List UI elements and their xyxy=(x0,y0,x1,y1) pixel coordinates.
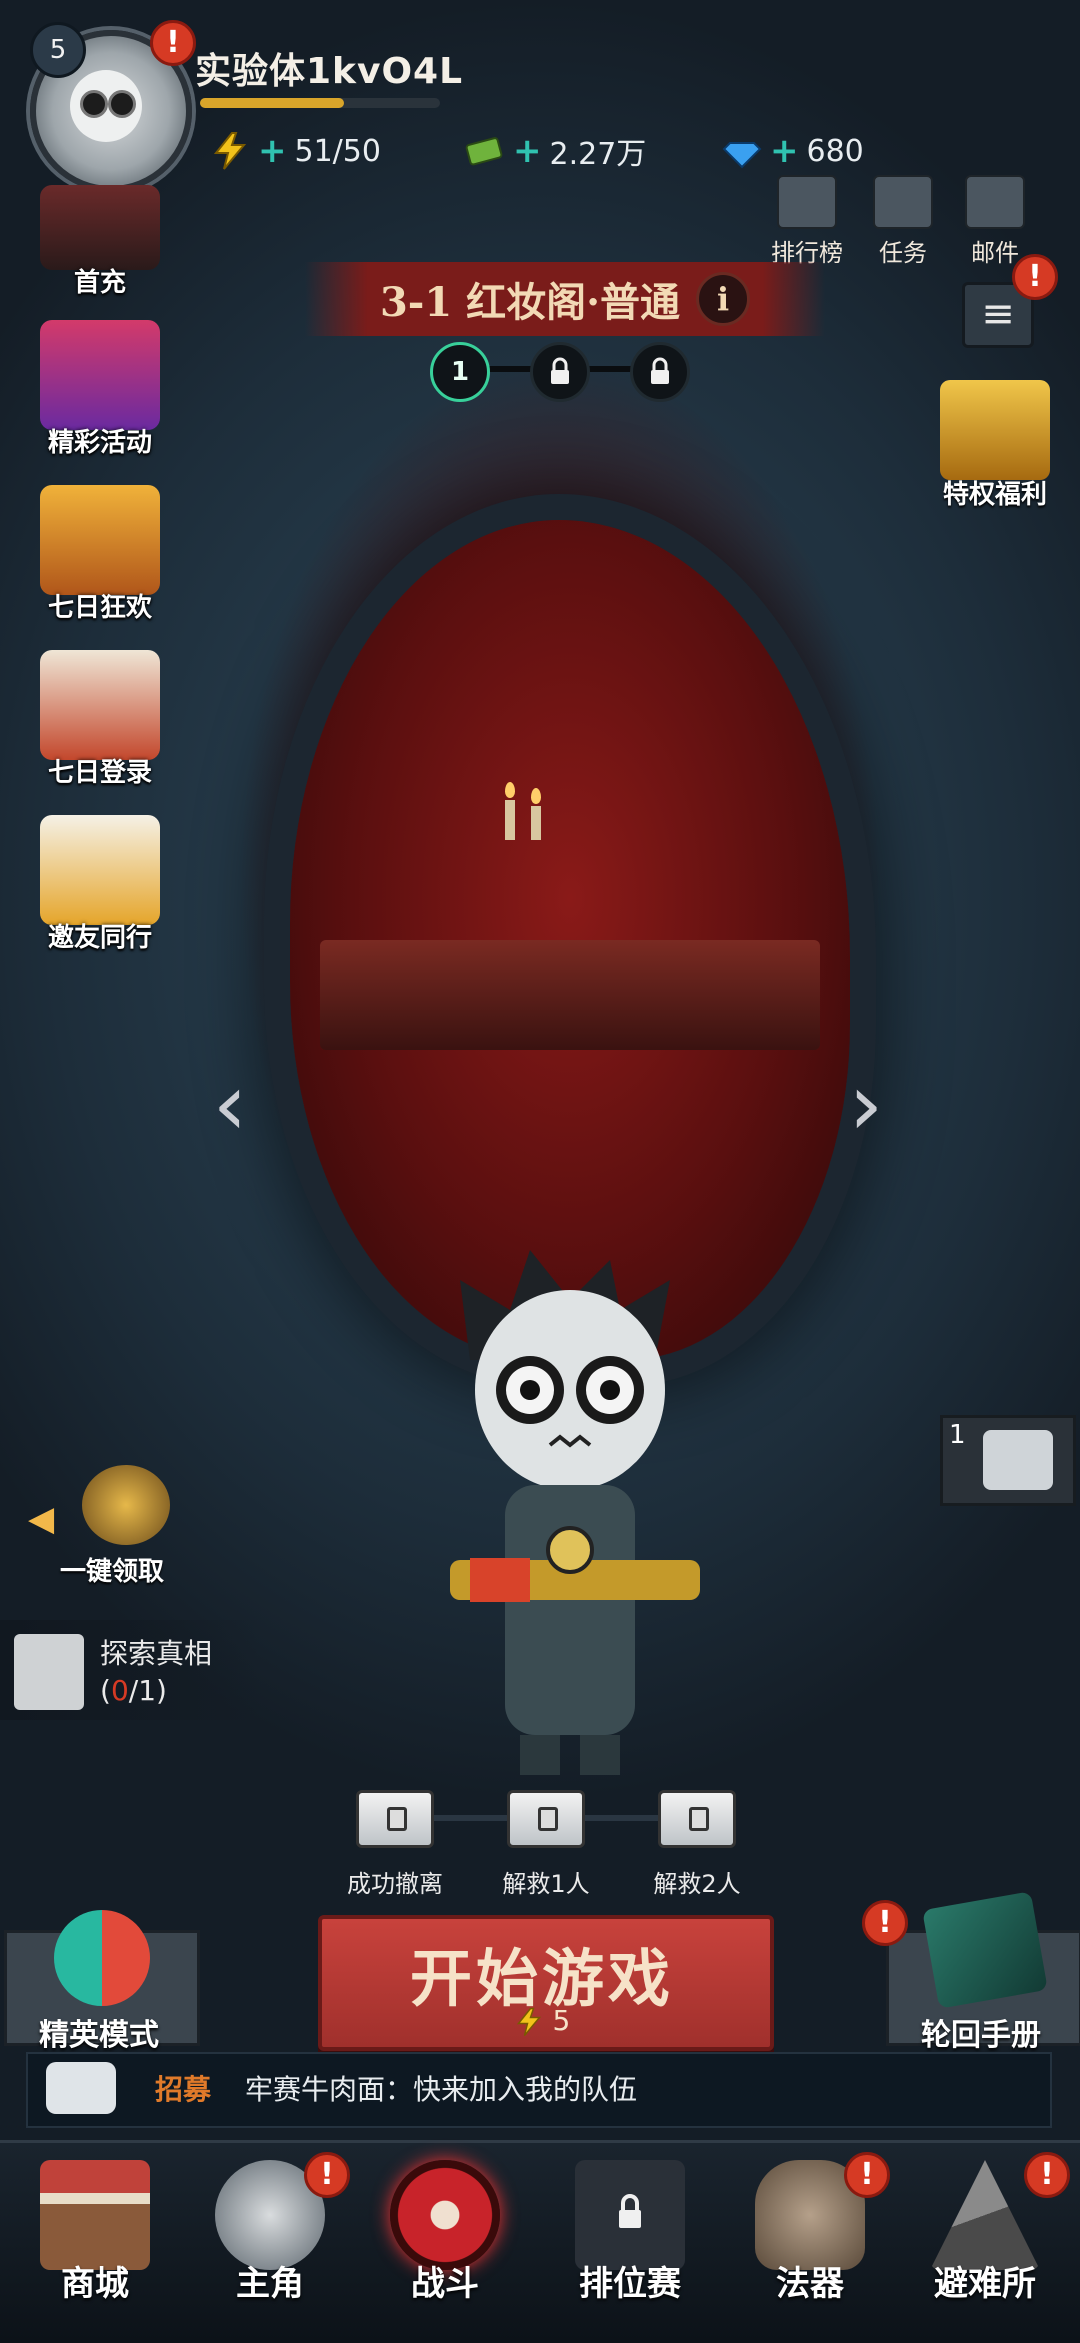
stage-title: 3-1 红妆阁·普通 xyxy=(379,279,681,326)
events-button[interactable]: 精彩活动 xyxy=(20,320,180,459)
emblem-icon xyxy=(983,1430,1053,1490)
chat-channel-tag: 招募 xyxy=(155,2073,212,2106)
stage-platform xyxy=(320,940,820,1050)
ranked-swords-icon xyxy=(575,2160,685,2270)
reincarnation-handbook-button[interactable]: 轮回手册 xyxy=(886,1891,1080,2053)
lock-icon xyxy=(551,357,569,384)
diamond-icon xyxy=(722,131,762,171)
cash-value: 2.27万 xyxy=(549,137,647,172)
stage-node-locked[interactable] xyxy=(530,342,590,402)
lock-icon xyxy=(651,357,669,384)
shelter-alert-badge: ! xyxy=(1024,2152,1070,2198)
stage-info-button[interactable]: i xyxy=(696,272,751,326)
privilege-benefits-button[interactable]: 特权福利 xyxy=(920,380,1070,511)
chest-icon xyxy=(82,1465,170,1545)
first-recharge-icon xyxy=(40,185,160,270)
scroll-icon xyxy=(873,175,933,229)
privilege-card-icon xyxy=(940,380,1050,480)
avatar-face-icon xyxy=(70,70,142,142)
trophy-counter[interactable]: 1 xyxy=(940,1415,1076,1506)
shop-stall-icon xyxy=(40,2160,150,2270)
cycle-arrows-icon xyxy=(54,1910,150,2006)
one-click-claim-button[interactable]: ◀ 一键领取 xyxy=(10,1465,210,1587)
xp-bar-fill xyxy=(200,98,344,108)
add-cash-icon[interactable]: + xyxy=(513,131,542,171)
mail-button[interactable]: 邮件 xyxy=(950,175,1040,268)
energy-value: 51/50 xyxy=(294,133,381,169)
beer-mugs-icon xyxy=(40,815,160,925)
candles-decoration xyxy=(495,760,555,840)
nav-shop[interactable]: 商城 xyxy=(10,2160,180,2330)
gem-counter[interactable]: + 680 xyxy=(722,128,864,174)
chest-icon xyxy=(658,1790,736,1848)
leaderboard-icon xyxy=(777,175,837,229)
chat-message: 牢赛牛肉面：快来加入我的队伍 xyxy=(245,2073,638,2106)
gift-icon xyxy=(40,320,160,430)
player-character xyxy=(440,1240,700,1780)
scroll-icon xyxy=(14,1634,84,1710)
hero-alert-badge: ! xyxy=(304,2152,350,2198)
chest-icon xyxy=(507,1790,585,1848)
first-recharge-button[interactable]: 首充 xyxy=(20,185,180,299)
nav-battle[interactable]: 战斗 xyxy=(360,2160,530,2330)
player-name: 实验体1kvO4L xyxy=(195,51,464,92)
elite-mode-button[interactable]: 精英模式 xyxy=(4,1900,200,2053)
stage-progress: 1 xyxy=(430,342,700,402)
prev-stage-arrow[interactable]: ‹ xyxy=(200,1060,260,1150)
lock-icon xyxy=(619,2194,641,2228)
start-game-cost: 5 xyxy=(318,2004,766,2037)
lightning-icon xyxy=(210,131,250,171)
gem-value: 680 xyxy=(806,133,864,169)
book-icon xyxy=(922,1891,1048,2009)
chevron-left-icon: ◀ xyxy=(28,1499,55,1539)
tasks-button[interactable]: 任务 xyxy=(858,175,948,268)
nav-ranked[interactable]: 排位赛 xyxy=(545,2160,715,2330)
invite-friends-button[interactable]: 邀友同行 xyxy=(20,815,180,954)
calendar-icon xyxy=(40,650,160,760)
explore-truth-panel[interactable]: 探索真相 (0/1) xyxy=(0,1620,260,1720)
add-gem-icon[interactable]: + xyxy=(770,131,799,171)
seven-day-carnival-button[interactable]: 七日狂欢 xyxy=(20,485,180,624)
chest-icon xyxy=(356,1790,434,1848)
cash-counter[interactable]: + 2.27万 xyxy=(465,128,646,174)
lightning-icon xyxy=(516,2007,541,2036)
stage-node-locked[interactable] xyxy=(630,342,690,402)
battle-eye-icon xyxy=(390,2160,500,2270)
stage-banner: 3-1 红妆阁·普通 i xyxy=(305,262,825,336)
artifact-alert-badge: ! xyxy=(844,2152,890,2198)
reward-escape[interactable]: 成功撤离 xyxy=(330,1790,460,1899)
energy-counter[interactable]: + 51/50 xyxy=(210,128,381,174)
avatar-alert-badge: ! xyxy=(150,20,196,66)
seven-day-login-button[interactable]: 七日登录 xyxy=(20,650,180,789)
envelope-icon xyxy=(965,175,1025,229)
leaderboard-button[interactable]: 排行榜 xyxy=(762,175,852,268)
carnival-seven-icon xyxy=(40,485,160,595)
reward-rescue-two[interactable]: 解救2人 xyxy=(632,1790,762,1899)
next-stage-arrow[interactable]: › xyxy=(836,1060,896,1150)
menu-alert-badge: ! xyxy=(1012,254,1058,300)
handbook-alert-badge: ! xyxy=(862,1900,908,1946)
reward-rescue-one[interactable]: 解救1人 xyxy=(481,1790,611,1899)
chat-bubble-icon xyxy=(46,2062,116,2114)
player-level-badge: 5 xyxy=(30,22,86,78)
stage-node-current[interactable]: 1 xyxy=(430,342,490,402)
cash-icon xyxy=(465,131,505,171)
explore-progress: (0/1) xyxy=(100,1674,167,1707)
add-energy-icon[interactable]: + xyxy=(258,131,287,171)
